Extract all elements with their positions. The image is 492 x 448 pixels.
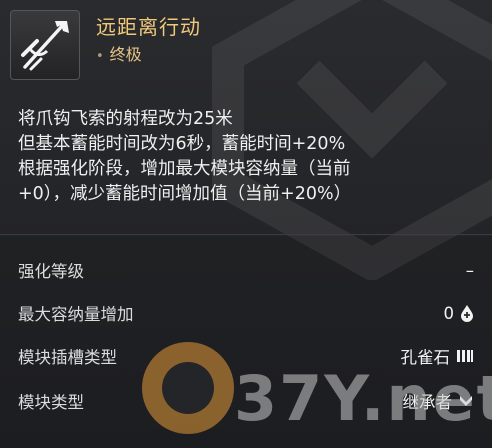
rank-dot: • [96, 49, 104, 64]
stat-value: – [465, 260, 474, 280]
divider [0, 234, 492, 235]
module-description: 将爪钩飞索的射程改为25米 但基本蓄能时间改为6秒，蓄能时间+20% 根据强化阶… [18, 107, 478, 207]
description-line: 但基本蓄能时间改为6秒，蓄能时间+20% [18, 134, 346, 154]
module-header: 远距离行动 • 终极 [0, 0, 492, 92]
description-line: 根据强化阶段，增加最大模块容纳量（当前 [18, 159, 351, 179]
stat-label: 模块插槽类型 [18, 348, 117, 367]
stat-row-enhancement-level: 强化等级 – [18, 255, 474, 285]
module-detail-card: 远距离行动 • 终极 将爪钩飞索的射程改为25米 但基本蓄能时间改为6秒，蓄能时间… [0, 0, 492, 448]
stat-label: 强化等级 [18, 262, 84, 281]
description-line: 将爪钩飞索的射程改为25米 [18, 109, 233, 129]
malachite-socket-icon [457, 350, 473, 362]
grappling-hook-icon [10, 10, 80, 80]
stat-label: 最大容纳量增加 [18, 305, 134, 324]
module-rank: • 终极 [96, 41, 142, 65]
stat-row-capacity: 最大容纳量增加 0 [18, 298, 474, 328]
stat-value: 孔雀石 [401, 344, 475, 368]
descendant-type-icon [460, 396, 472, 406]
stat-value: 0 [444, 304, 475, 323]
capacity-drop-icon [461, 305, 473, 322]
description-line: +0），减少蓄能时间增加值（当前+20%） [18, 184, 352, 204]
rank-label: 终极 [109, 45, 142, 64]
stat-row-socket-type: 模块插槽类型 孔雀石 [18, 341, 474, 371]
module-name: 远距离行动 [96, 15, 201, 39]
stat-label: 模块类型 [18, 393, 84, 412]
stat-row-module-type: 模块类型 继承者 [18, 386, 474, 416]
stat-value: 继承者 [403, 389, 475, 413]
